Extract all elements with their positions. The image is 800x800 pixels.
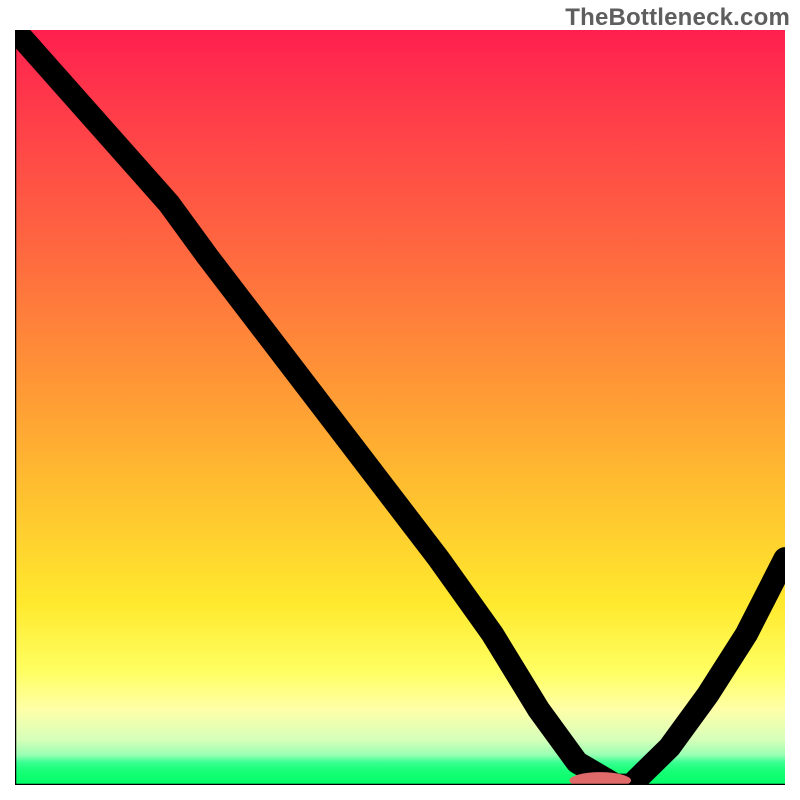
chart-svg [15, 30, 785, 785]
watermark-text: TheBottleneck.com [565, 4, 790, 32]
bottleneck-curve [15, 30, 785, 785]
chart-container: TheBottleneck.com [0, 0, 800, 800]
plot-area [15, 30, 785, 785]
